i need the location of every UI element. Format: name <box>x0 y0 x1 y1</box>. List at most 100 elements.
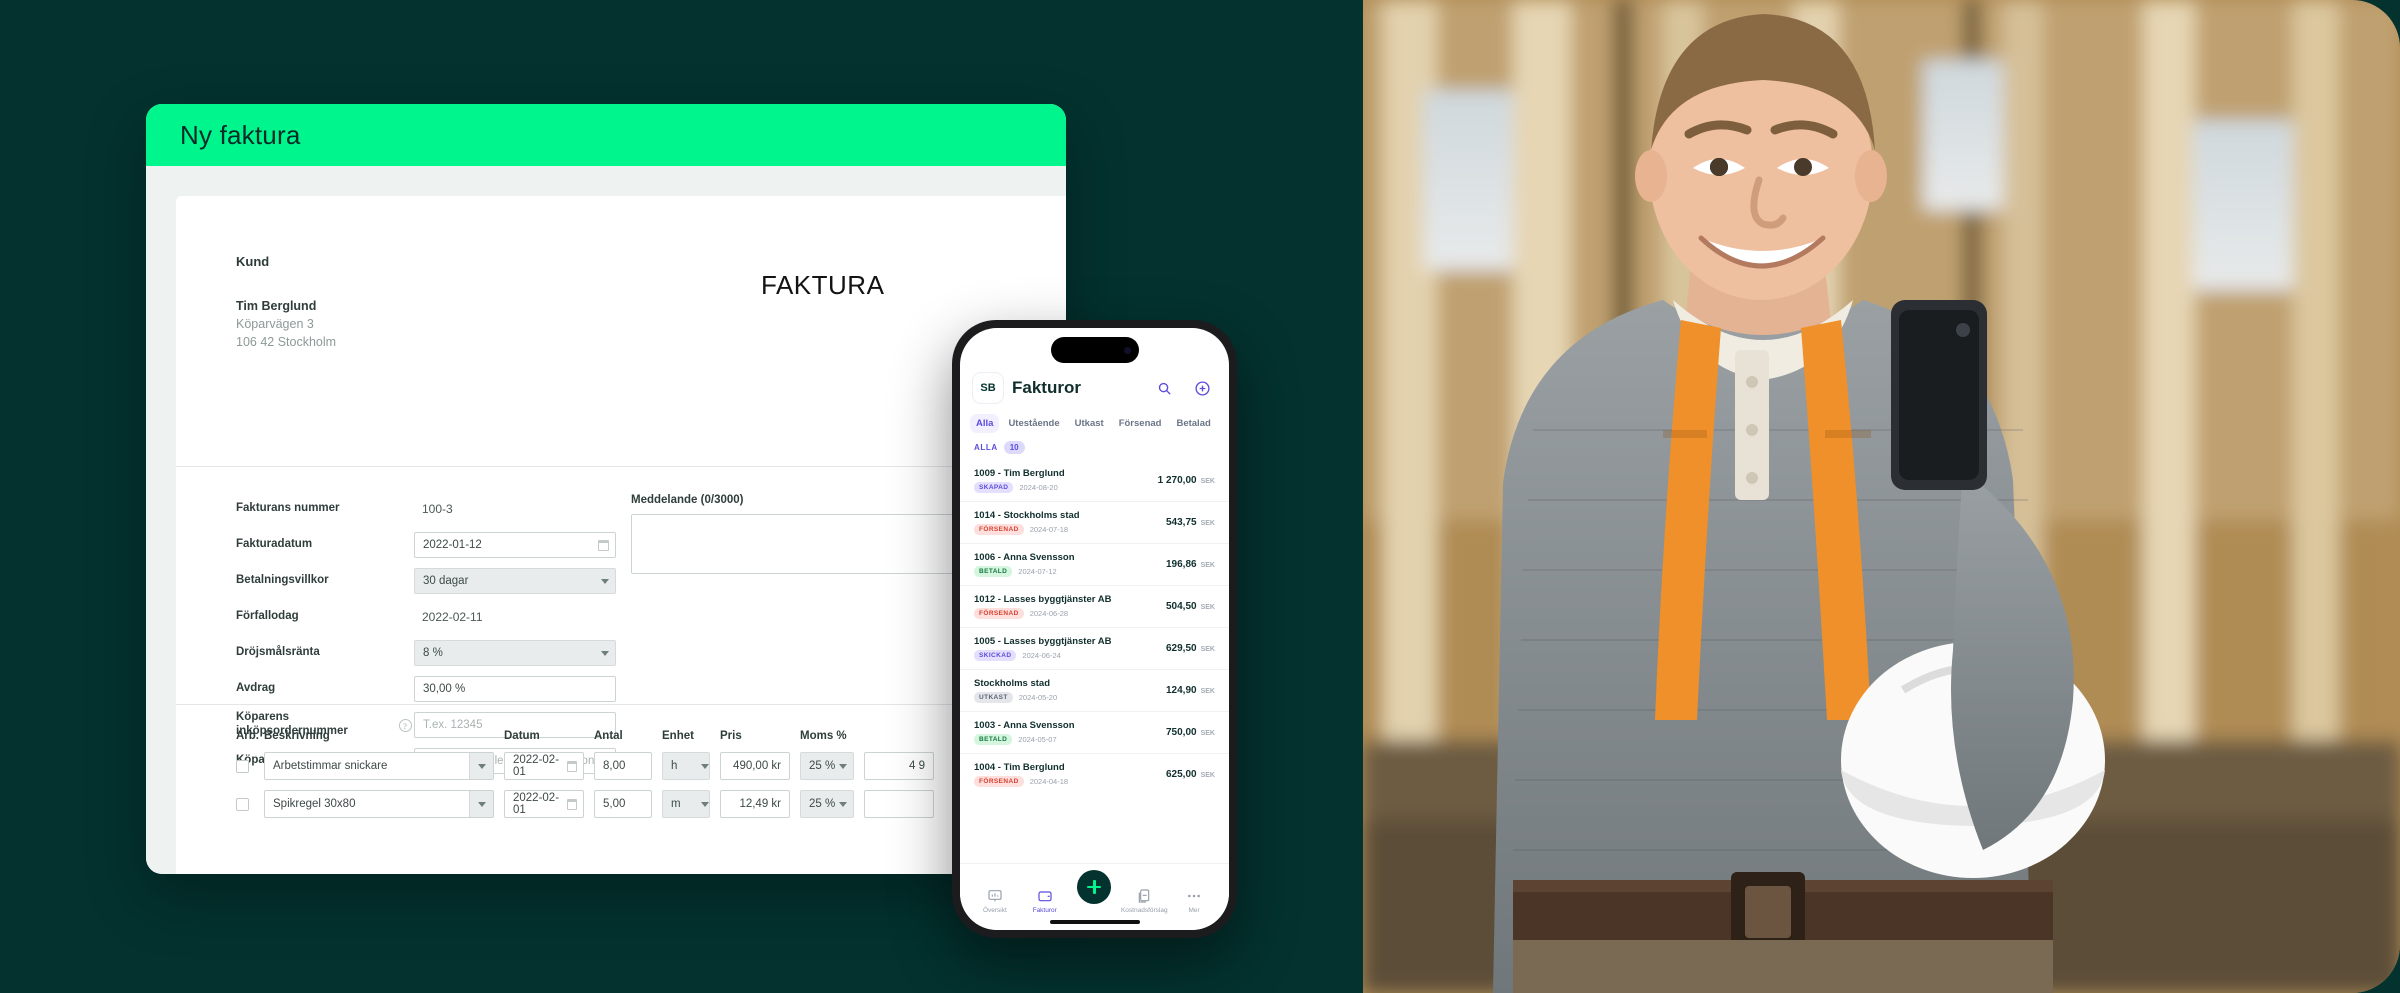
input-quantity[interactable]: 5,00 <box>594 790 652 818</box>
divider-top <box>176 466 1066 467</box>
status-badge: FÖRSENAD <box>974 776 1024 787</box>
label-late-interest: Dröjsmålsränta <box>236 646 320 659</box>
nav-item-mer[interactable]: Mer <box>1169 888 1219 914</box>
invoice-amount: 124,90 <box>1166 685 1197 696</box>
calendar-icon[interactable] <box>598 539 609 551</box>
chart-icon <box>988 890 1002 902</box>
invoice-date: 2024-07-12 <box>1018 567 1057 576</box>
label-invoice-number: Fakturans nummer <box>236 502 340 515</box>
select-payment-terms[interactable]: 30 dagar <box>414 568 616 594</box>
nav-item-oversikt[interactable]: Översikt <box>970 888 1020 914</box>
list-item[interactable]: 1014 - Stockholms stad FÖRSENAD 2024-07-… <box>960 501 1229 543</box>
dynamic-island <box>1050 337 1139 363</box>
nav-label: Mer <box>1188 907 1200 914</box>
message-textarea[interactable] <box>631 514 961 574</box>
value-row-total-wrap <box>864 790 934 818</box>
tab-forsenad[interactable]: Försenad <box>1113 414 1168 433</box>
input-price[interactable]: 490,00 kr <box>720 752 790 780</box>
invoice-amount: 629,50 <box>1166 643 1197 654</box>
invoice-list[interactable]: 1009 - Tim Berglund SKAPAD 2024-08-20 1 … <box>960 460 1229 863</box>
window-header: Ny faktura <box>146 104 1066 166</box>
row-checkbox[interactable] <box>236 797 249 811</box>
field-row-deduction: Avdrag 30,00 % <box>236 674 616 704</box>
calendar-icon[interactable] <box>566 760 577 772</box>
select-vat[interactable]: 25 % <box>800 752 854 780</box>
list-item[interactable]: 1003 - Anna Svensson BETALD 2024-05-07 7… <box>960 711 1229 753</box>
input-date[interactable]: 2022-02-01 <box>504 752 584 780</box>
input-quantity[interactable]: 8,00 <box>594 752 652 780</box>
line-items-table: Arb. Beskrivning Datum Antal Enhet Pris … <box>236 730 1066 828</box>
chevron-down-icon[interactable] <box>469 791 493 817</box>
col-pris: Pris <box>720 730 742 742</box>
invoice-amount: 543,75 <box>1166 517 1197 528</box>
invoice-name: 1005 - Lasses byggtjänster AB <box>974 636 1112 647</box>
phone-mockup: SB Fakturor Alla Utestående Utkast Förse… <box>952 320 1237 938</box>
invoice-date: 2024-08-20 <box>1019 483 1058 492</box>
avatar[interactable]: SB <box>972 372 1004 404</box>
invoice-name: 1003 - Anna Svensson <box>974 720 1075 731</box>
page-title: Ny faktura <box>180 119 301 150</box>
value-late-interest: 8 % <box>423 647 443 659</box>
invoice-currency: SEK <box>1200 562 1215 569</box>
invoice-amount: 504,50 <box>1166 601 1197 612</box>
chevron-down-icon <box>601 650 609 656</box>
select-unit[interactable]: h <box>662 752 710 780</box>
list-header: ALLA 10 <box>960 437 1229 460</box>
invoice-currency: SEK <box>1200 478 1215 485</box>
select-late-interest[interactable]: 8 % <box>414 640 616 666</box>
message-label: Meddelande (0/3000) <box>631 494 744 506</box>
invoice-paper: Kund Tim Berglund Köparvägen 3 106 42 St… <box>176 196 1066 874</box>
value-description: Arbetstimmar snickare <box>273 760 388 772</box>
invoice-currency: SEK <box>1200 730 1215 737</box>
chevron-down-icon <box>701 801 709 807</box>
row-checkbox[interactable] <box>236 759 249 773</box>
add-invoice-button[interactable] <box>1187 373 1217 403</box>
col-datum: Datum <box>504 730 540 742</box>
line-items-header: Arb. Beskrivning Datum Antal Enhet Pris … <box>236 730 1066 752</box>
wallet-icon <box>1038 891 1052 902</box>
create-fab-button[interactable] <box>1077 870 1112 904</box>
col-antal: Antal <box>594 730 623 742</box>
home-indicator <box>1049 920 1140 924</box>
tab-alla[interactable]: Alla <box>970 414 1000 433</box>
input-description[interactable]: Spikregel 30x80 <box>264 790 494 818</box>
calendar-icon[interactable] <box>566 798 577 810</box>
list-item[interactable]: 1005 - Lasses byggtjänster AB SKICKAD 20… <box>960 627 1229 669</box>
field-row-late-interest: Dröjsmålsränta 8 % <box>236 638 616 668</box>
col-beskrivning: Beskrivning <box>264 730 330 742</box>
tab-betalad[interactable]: Betalad <box>1170 414 1216 433</box>
value-deduction: 30,00 % <box>423 683 466 695</box>
invoice-date: 2024-05-07 <box>1018 735 1057 744</box>
chevron-down-icon[interactable] <box>469 753 493 779</box>
list-item[interactable]: 1006 - Anna Svensson BETALD 2024-07-12 1… <box>960 543 1229 585</box>
tab-utkast[interactable]: Utkast <box>1069 414 1110 433</box>
list-item[interactable]: 1009 - Tim Berglund SKAPAD 2024-08-20 1 … <box>960 460 1229 501</box>
tab-utestaende[interactable]: Utestående <box>1002 414 1065 433</box>
filter-tabs: Alla Utestående Utkast Försenad Betalad <box>960 412 1229 437</box>
search-icon <box>1158 382 1171 395</box>
invoice-date: 2024-07-18 <box>1029 525 1069 534</box>
select-unit[interactable]: m <box>662 790 710 818</box>
list-item[interactable]: Stockholms stad UTKAST 2024-05-20 124,90… <box>960 669 1229 711</box>
search-button[interactable] <box>1149 373 1179 403</box>
value-row-total: 4 9 <box>909 760 925 772</box>
select-vat[interactable]: 25 % <box>800 790 854 818</box>
input-price[interactable]: 12,49 kr <box>720 790 790 818</box>
nav-item-kostnadsforslag[interactable]: Kostnadsförslag <box>1119 888 1169 914</box>
invoice-date: 2024-05-20 <box>1018 693 1058 702</box>
input-description[interactable]: Arbetstimmar snickare <box>264 752 494 780</box>
nav-label: Fakturor <box>1032 907 1057 914</box>
nav-item-fakturor[interactable]: Fakturor <box>1020 888 1070 914</box>
nav-item-create[interactable] <box>1070 870 1120 914</box>
customer-section-label: Kund <box>236 254 270 269</box>
value-unit: h <box>671 760 678 772</box>
invoice-name: 1012 - Lasses byggtjänster AB <box>974 594 1112 605</box>
list-item[interactable]: 1004 - Tim Berglund FÖRSENAD 2024-04-18 … <box>960 753 1229 795</box>
input-date[interactable]: 2022-02-01 <box>504 790 584 818</box>
input-invoice-date[interactable]: 2022-01-12 <box>414 532 616 558</box>
input-deduction[interactable]: 30,00 % <box>414 676 616 702</box>
invoice-name: 1004 - Tim Berglund <box>974 762 1065 773</box>
list-item[interactable]: 1012 - Lasses byggtjänster AB FÖRSENAD 2… <box>960 585 1229 627</box>
front-camera-icon <box>1123 346 1131 354</box>
page-root: Ny faktura Kund Tim Berglund Köparvägen … <box>0 0 2400 993</box>
